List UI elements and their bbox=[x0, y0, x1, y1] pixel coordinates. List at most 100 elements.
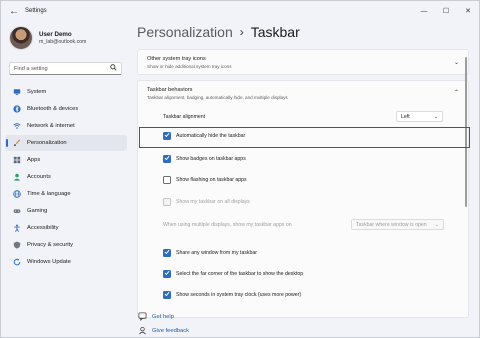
sidebar-item-windows-update[interactable]: Windows Update bbox=[5, 254, 127, 270]
option-label: Show badges on taskbar apps bbox=[176, 155, 246, 162]
sidebar-item-label: Time & language bbox=[27, 190, 71, 197]
checkbox[interactable] bbox=[163, 290, 171, 299]
option-row[interactable]: Select the far corner of the taskbar to … bbox=[138, 266, 470, 281]
option-label: Show my taskbar on all displays bbox=[176, 198, 250, 205]
option-label: Automatically hide the taskbar bbox=[176, 132, 246, 139]
minimize-icon: — bbox=[420, 7, 428, 15]
checkbox[interactable] bbox=[163, 154, 171, 163]
checkbox[interactable] bbox=[163, 131, 171, 140]
tray-icons-subtitle: Show or hide additional system tray icon… bbox=[147, 64, 232, 69]
checkbox bbox=[163, 197, 171, 206]
chevron-down-icon: ⌄ bbox=[433, 113, 438, 120]
maximize-button[interactable]: ☐ bbox=[435, 1, 457, 21]
sidebar-item-label: Accessibility bbox=[27, 224, 59, 231]
sidebar-item-label: Gaming bbox=[27, 207, 48, 214]
option-label: Select the far corner of the taskbar to … bbox=[176, 270, 304, 277]
sidebar-item-apps[interactable]: Apps bbox=[5, 152, 127, 168]
avatar bbox=[9, 26, 33, 50]
sidebar-item-gaming[interactable]: Gaming bbox=[5, 203, 127, 219]
sidebar-item-accounts[interactable]: Accounts bbox=[5, 169, 127, 185]
maximize-icon: ☐ bbox=[442, 8, 450, 15]
main-content: Personalization › Taskbar Other system t… bbox=[137, 21, 471, 337]
search-placeholder: Find a setting bbox=[14, 65, 48, 72]
person-icon bbox=[13, 173, 21, 181]
tray-icons-card[interactable]: Other system tray icons Show or hide add… bbox=[137, 49, 469, 75]
checkmark-icon bbox=[164, 270, 170, 278]
sidebar-item-bluetooth-devices[interactable]: Bluetooth & devices bbox=[5, 101, 127, 117]
sidebar-item-label: Privacy & security bbox=[27, 241, 74, 248]
checkmark-icon bbox=[164, 132, 170, 140]
breadcrumb-separator: › bbox=[239, 25, 244, 39]
behaviors-subtitle: Taskbar alignment, badging, automaticall… bbox=[147, 95, 288, 100]
help-icon bbox=[137, 312, 147, 321]
window-controls: — ☐ ✕ bbox=[413, 1, 479, 21]
checkmark-icon bbox=[164, 155, 170, 163]
update-icon bbox=[13, 258, 21, 266]
tray-icons-title: Other system tray icons bbox=[147, 56, 206, 62]
option-label: Show seconds in system tray clock (uses … bbox=[176, 291, 302, 298]
option-label: Share any window from my taskbar bbox=[176, 249, 258, 256]
checkmark-icon bbox=[164, 291, 170, 299]
sidebar-item-system[interactable]: System bbox=[5, 84, 127, 100]
sidebar-item-time-language[interactable]: Time & language bbox=[5, 186, 127, 202]
sidebar-item-label: Network & internet bbox=[27, 122, 75, 129]
checkbox[interactable] bbox=[163, 248, 171, 257]
back-button[interactable]: ← bbox=[7, 4, 21, 18]
accessibility-icon bbox=[13, 224, 21, 232]
back-arrow-icon: ← bbox=[9, 5, 19, 17]
breadcrumb: Personalization › Taskbar bbox=[137, 24, 300, 40]
option-row[interactable]: Automatically hide the taskbar bbox=[138, 128, 470, 143]
system-icon bbox=[13, 88, 21, 96]
close-button[interactable]: ✕ bbox=[457, 1, 479, 21]
option-row[interactable]: Show flashing on taskbar apps bbox=[138, 172, 470, 187]
brush-icon bbox=[13, 139, 21, 147]
page-title: Taskbar bbox=[250, 24, 300, 40]
give-feedback-link[interactable]: Give feedback bbox=[137, 326, 189, 335]
user-info: User Demo m_lab@outlook.com bbox=[39, 31, 86, 45]
title-bar: ← Settings — ☐ ✕ bbox=[1, 1, 479, 21]
chevron-down-icon: ⌄ bbox=[434, 221, 439, 228]
option-row[interactable]: Show badges on taskbar apps bbox=[138, 151, 470, 166]
alignment-dropdown[interactable]: Left ⌄ bbox=[396, 111, 443, 122]
get-help-label: Get help bbox=[152, 313, 174, 320]
settings-window: ← Settings — ☐ ✕ User Demo m_lab@outlook… bbox=[0, 0, 480, 338]
option-row[interactable]: Show seconds in system tray clock (uses … bbox=[138, 287, 470, 302]
sidebar-item-privacy-security[interactable]: Privacy & security bbox=[5, 237, 127, 253]
chevron-up-icon[interactable]: ⌃ bbox=[454, 89, 459, 96]
sidebar-item-personalization[interactable]: Personalization bbox=[5, 135, 127, 151]
user-email: m_lab@outlook.com bbox=[39, 39, 87, 45]
sidebar-item-label: Windows Update bbox=[27, 258, 71, 265]
sidebar-item-label: Accounts bbox=[27, 173, 51, 180]
breadcrumb-parent[interactable]: Personalization bbox=[137, 24, 233, 40]
alignment-label: Taskbar alignment bbox=[163, 113, 206, 120]
alignment-value: Left bbox=[401, 113, 410, 120]
multi-display-label: When using multiple displays, show my ta… bbox=[163, 221, 292, 228]
close-icon: ✕ bbox=[465, 8, 471, 15]
behaviors-title: Taskbar behaviors bbox=[147, 87, 193, 93]
give-feedback-label: Give feedback bbox=[152, 327, 190, 334]
checkbox[interactable] bbox=[163, 269, 171, 278]
taskbar-behaviors-card: Taskbar behaviors Taskbar alignment, bad… bbox=[137, 80, 469, 318]
sidebar-item-label: Bluetooth & devices bbox=[27, 105, 79, 112]
search-input[interactable]: Find a setting bbox=[9, 62, 122, 75]
globe-icon bbox=[13, 189, 21, 198]
multi-display-value: Taskbar where window is open bbox=[356, 221, 427, 228]
sidebar-item-label: Apps bbox=[27, 156, 41, 163]
option-row[interactable]: Share any window from my taskbar bbox=[138, 245, 470, 260]
app-title: Settings bbox=[25, 8, 47, 14]
shield-icon bbox=[13, 241, 21, 249]
get-help-link[interactable]: Get help bbox=[137, 312, 174, 321]
checkbox[interactable] bbox=[163, 175, 171, 184]
chevron-down-icon: ⌄ bbox=[453, 60, 459, 66]
gamepad-icon bbox=[13, 207, 21, 215]
minimize-button[interactable]: — bbox=[413, 1, 435, 21]
behaviors-header[interactable]: Taskbar behaviors Taskbar alignment, bad… bbox=[147, 87, 288, 100]
user-profile[interactable]: User Demo m_lab@outlook.com bbox=[9, 26, 86, 50]
network-icon bbox=[13, 122, 21, 130]
bluetooth-icon bbox=[13, 105, 21, 113]
multi-display-dropdown[interactable]: Taskbar where window is open ⌄ bbox=[351, 219, 444, 230]
sidebar-item-accessibility[interactable]: Accessibility bbox=[5, 220, 127, 236]
apps-icon bbox=[13, 156, 21, 164]
sidebar-item-network-internet[interactable]: Network & internet bbox=[5, 118, 127, 134]
scrollbar[interactable] bbox=[465, 57, 467, 207]
